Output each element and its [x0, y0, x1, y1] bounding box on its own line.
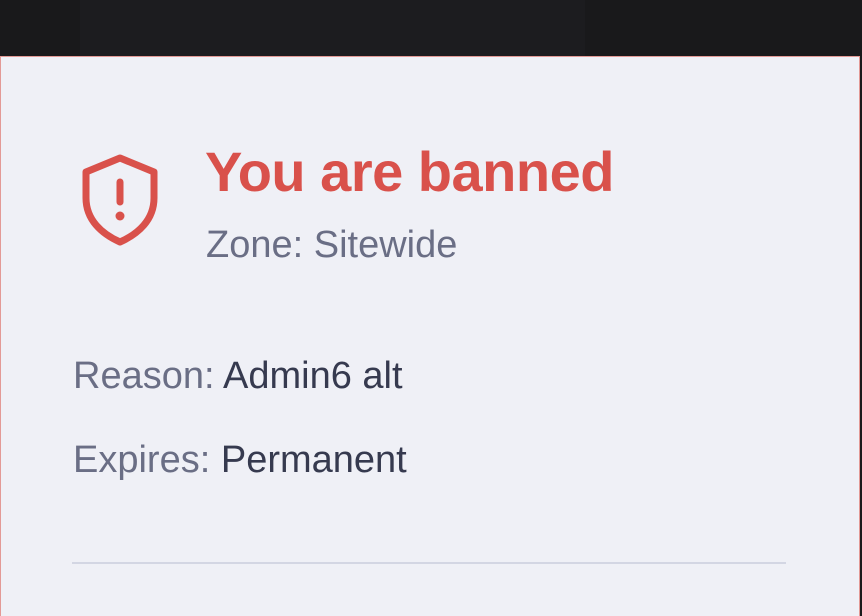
divider [72, 562, 786, 564]
expires-label: Expires: [73, 439, 211, 481]
ban-title: You are banned [205, 140, 614, 203]
shield-alert-icon [82, 154, 158, 246]
ban-reason-row: Reason: Admin6 alt [73, 353, 403, 399]
ban-zone: Zone: Sitewide [206, 222, 457, 268]
zone-label: Zone: [206, 224, 304, 266]
reason-label: Reason: [73, 355, 215, 397]
reason-value: Admin6 alt [223, 355, 403, 397]
zone-value: Sitewide [313, 224, 458, 266]
expires-value: Permanent [220, 439, 407, 481]
ban-expires-row: Expires: Permanent [73, 437, 407, 483]
top-bar-background-element [80, 0, 585, 56]
top-bar [0, 0, 862, 56]
